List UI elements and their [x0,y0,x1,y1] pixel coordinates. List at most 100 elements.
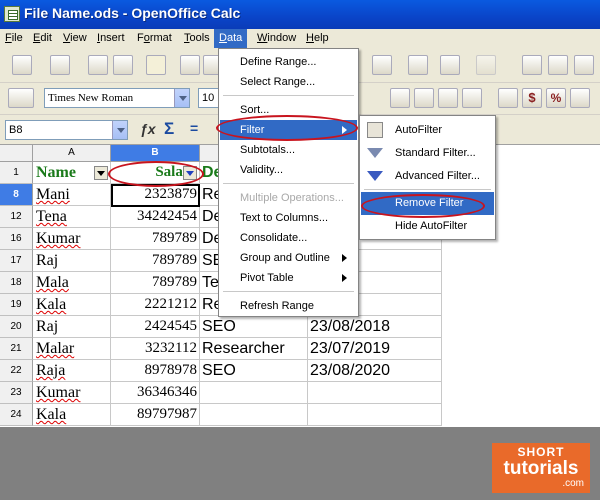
row-header[interactable]: 17 [0,250,33,272]
data-menu-refresh-range[interactable]: Refresh Range [220,296,357,316]
cell-a24[interactable]: Kala [33,404,111,426]
currency-format-icon[interactable]: $ [522,88,542,108]
format-paintbrush-icon[interactable] [408,55,428,75]
row-header[interactable]: 18 [0,272,33,294]
paste-icon[interactable] [372,55,392,75]
function-wizard-icon[interactable]: ƒx [140,121,158,139]
row-header[interactable]: 23 [0,382,33,404]
data-menu-validity[interactable]: Validity... [220,160,357,180]
cell-b20[interactable]: 2424545 [111,316,200,338]
sort-icon[interactable] [574,55,594,75]
cell-a16[interactable]: Kumar [33,228,111,250]
menu-edit[interactable]: Edit [28,29,57,48]
save-icon[interactable] [88,55,108,75]
menu-file[interactable]: File [0,29,28,48]
undo-icon[interactable] [440,55,460,75]
data-menu-pivot-table[interactable]: Pivot Table [220,268,357,288]
email-icon[interactable] [113,55,133,75]
open-folder-icon[interactable] [50,55,70,75]
menu-tools[interactable]: Tools [179,29,215,48]
cell-c21[interactable]: Researcher [200,338,308,360]
cell-a19[interactable]: Kala [33,294,111,316]
align-left-icon[interactable] [390,88,410,108]
cell-a18[interactable]: Mala [33,272,111,294]
cell-b24[interactable]: 89797987 [111,404,200,426]
cell-a23[interactable]: Kumar [33,382,111,404]
row-header[interactable]: 22 [0,360,33,382]
cell-d21[interactable]: 23/07/2019 [308,338,442,360]
spellcheck-icon[interactable] [522,55,542,75]
filter-menu-advanced-filter[interactable]: Advanced Filter... [361,165,494,188]
align-center-icon[interactable] [414,88,434,108]
font-name-select[interactable]: Times New Roman [44,88,190,108]
cell-a22[interactable]: Raja [33,360,111,382]
row-header[interactable]: 21 [0,338,33,360]
more-arrow-icon[interactable] [362,88,376,108]
cell-b17[interactable]: 789789 [111,250,200,272]
data-menu-multiple-operations[interactable]: Multiple Operations... [220,188,357,208]
cell-a20[interactable]: Raj [33,316,111,338]
redo-icon[interactable] [476,55,496,75]
cell-b22[interactable]: 8978978 [111,360,200,382]
menu-format[interactable]: Format [132,29,177,48]
column-header-b[interactable]: B [111,145,200,162]
justify-icon[interactable] [462,88,482,108]
sum-icon[interactable]: Σ [164,119,182,138]
cell-a17[interactable]: Raj [33,250,111,272]
cell-c20[interactable]: SEO [200,316,308,338]
menu-view[interactable]: View [58,29,92,48]
formula-equals-icon[interactable]: = [190,120,204,138]
menu-help[interactable]: Help [301,29,334,48]
cell-c22[interactable]: SEO [200,360,308,382]
cell-d23[interactable] [308,382,442,404]
data-menu-group-and-outline[interactable]: Group and Outline [220,248,357,268]
menu-data[interactable]: Data [214,29,248,48]
row-header[interactable]: 12 [0,206,33,228]
row-header[interactable]: 20 [0,316,33,338]
row-header[interactable]: 24 [0,404,33,426]
percent-format-icon[interactable]: % [546,88,566,108]
filter-menu-hide-autofilter[interactable]: Hide AutoFilter [361,215,494,238]
styles-icon[interactable] [8,88,34,108]
name-box[interactable]: B8 [5,120,128,140]
row-header[interactable]: 19 [0,294,33,316]
edit-file-icon[interactable] [146,55,166,75]
select-all-corner[interactable] [0,145,33,162]
align-right-icon[interactable] [438,88,458,108]
cell-b18[interactable]: 789789 [111,272,200,294]
data-menu-consolidate[interactable]: Consolidate... [220,228,357,248]
cell-d22[interactable]: 23/08/2020 [308,360,442,382]
cell-a1[interactable]: Name [33,162,111,184]
cell-c23[interactable] [200,382,308,404]
cell-b21[interactable]: 3232112 [111,338,200,360]
cell-d20[interactable]: 23/08/2018 [308,316,442,338]
data-menu-text-to-columns[interactable]: Text to Columns... [220,208,357,228]
number-format-icon[interactable] [570,88,590,108]
row-header[interactable]: 16 [0,228,33,250]
cell-a8[interactable]: Mani [33,184,111,206]
cell-c24[interactable] [200,404,308,426]
merge-cells-icon[interactable] [498,88,518,108]
filter-menu-standard-filter[interactable]: Standard Filter... [361,142,494,165]
cell-a21[interactable]: Malar [33,338,111,360]
cell-b12[interactable]: 34242454 [111,206,200,228]
cell-b16[interactable]: 789789 [111,228,200,250]
column-header-a[interactable]: A [33,145,111,162]
cell-d24[interactable] [308,404,442,426]
new-document-icon[interactable] [12,55,32,75]
data-menu-select-range[interactable]: Select Range... [220,72,357,92]
autofilter-icon [367,122,383,138]
autofilter-dropdown-button[interactable] [94,166,108,180]
filter-menu-autofilter[interactable]: AutoFilter [361,119,494,142]
menu-window[interactable]: Window [252,29,301,48]
cell-a12[interactable]: Tena [33,206,111,228]
data-menu-subtotals[interactable]: Subtotals... [220,140,357,160]
row-header[interactable]: 8 [0,184,33,206]
menu-insert[interactable]: Insert [92,29,130,48]
cell-b19[interactable]: 2221212 [111,294,200,316]
row-header[interactable]: 1 [0,162,33,184]
export-pdf-icon[interactable] [180,55,200,75]
data-menu-define-range[interactable]: Define Range... [220,52,357,72]
cell-b23[interactable]: 36346346 [111,382,200,404]
autospellcheck-icon[interactable] [548,55,568,75]
